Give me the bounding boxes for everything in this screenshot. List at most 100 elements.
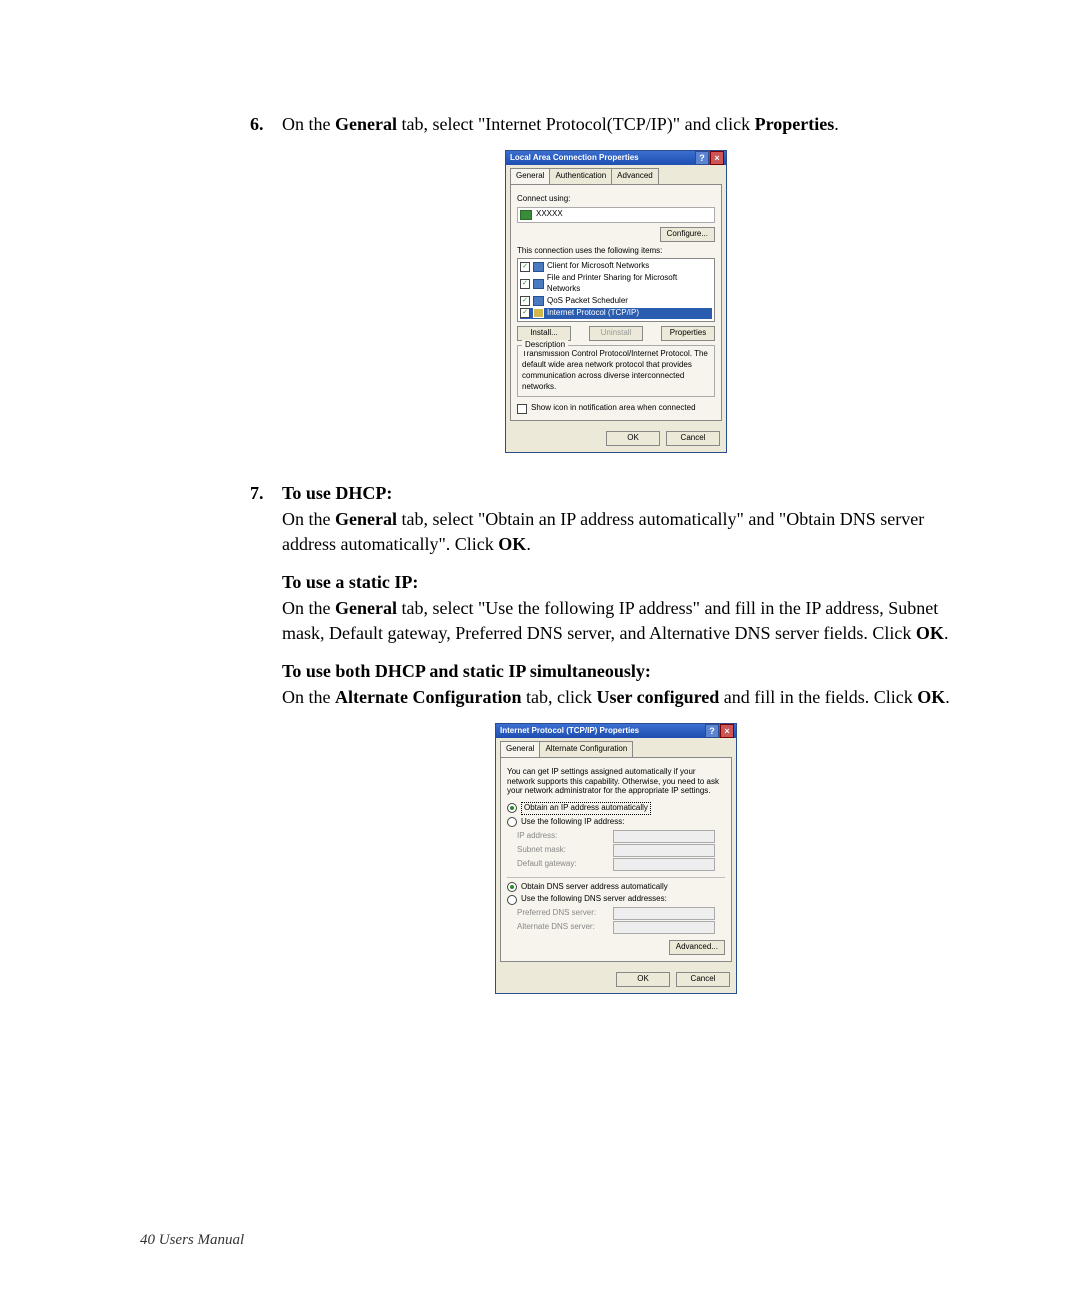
cancel-button[interactable]: Cancel [676, 972, 730, 987]
help-button[interactable]: ? [705, 724, 719, 738]
t: On the [282, 598, 335, 618]
t: . [526, 534, 531, 554]
preferred-dns-input [613, 907, 715, 920]
radio-obtain-dns[interactable]: Obtain DNS server address automatically [507, 882, 725, 893]
t: User configured [596, 687, 719, 707]
t: On the [282, 687, 335, 707]
tab-alternate-configuration[interactable]: Alternate Configuration [539, 741, 633, 757]
tab-sheet: You can get IP settings assigned automat… [500, 757, 732, 962]
titlebar: Internet Protocol (TCP/IP) Properties ? … [496, 724, 736, 738]
field-label: Default gateway: [517, 859, 607, 870]
show-icon-label: Show icon in notification area when conn… [531, 403, 696, 414]
tab-general[interactable]: General [500, 741, 540, 757]
close-button[interactable]: × [720, 724, 734, 738]
step-7-body: To use DHCP: On the General tab, select … [282, 481, 950, 1018]
page: 6. On the General tab, select "Internet … [0, 0, 1080, 1309]
checkbox-icon[interactable]: ✓ [520, 296, 530, 306]
dns-fields: Preferred DNS server: Alternate DNS serv… [517, 907, 725, 934]
radio-obtain-ip[interactable]: Obtain an IP address automatically [507, 802, 725, 815]
heading-dhcp: To use DHCP: [282, 481, 950, 505]
tab-advanced[interactable]: Advanced [611, 168, 659, 184]
radio-use-ip[interactable]: Use the following IP address: [507, 817, 725, 828]
step-6-body: On the General tab, select "Internet Pro… [282, 112, 950, 477]
list-item[interactable]: ✓ Client for Microsoft Networks [520, 261, 712, 273]
heading-static: To use a static IP: [282, 570, 950, 594]
close-button[interactable]: × [710, 151, 724, 165]
t: General [335, 509, 397, 529]
heading-both: To use both DHCP and static IP simultane… [282, 659, 950, 683]
dialog-title: Local Area Connection Properties [510, 153, 639, 164]
list-item[interactable]: ✓ QoS Packet Scheduler [520, 296, 712, 308]
radio-icon[interactable] [507, 803, 517, 813]
ok-button[interactable]: OK [616, 972, 670, 987]
para-both: On the Alternate Configuration tab, clic… [282, 685, 950, 709]
tab-authentication[interactable]: Authentication [549, 168, 612, 184]
nic-name: XXXXX [536, 209, 563, 220]
field-row: Default gateway: [517, 858, 725, 871]
t: General [335, 598, 397, 618]
radio-label: Use the following DNS server addresses: [521, 894, 667, 905]
properties-button[interactable]: Properties [661, 326, 715, 341]
radio-icon[interactable] [507, 882, 517, 892]
connect-using-label: Connect using: [517, 194, 715, 205]
list-item-label: Internet Protocol (TCP/IP) [547, 308, 639, 319]
component-icon [533, 262, 544, 272]
t: . [945, 687, 950, 707]
checkbox-icon[interactable] [517, 404, 527, 414]
description-group: Description Transmission Control Protoco… [517, 345, 715, 397]
component-icon [533, 296, 544, 306]
configure-button[interactable]: Configure... [660, 227, 715, 242]
separator [507, 877, 725, 878]
radio-use-dns[interactable]: Use the following DNS server addresses: [507, 894, 725, 905]
t: and fill in the fields. Click [719, 687, 917, 707]
t: OK [917, 687, 945, 707]
list-item-label: QoS Packet Scheduler [547, 296, 628, 307]
list-item-label: File and Printer Sharing for Microsoft N… [547, 273, 712, 295]
show-icon-row[interactable]: Show icon in notification area when conn… [517, 403, 715, 414]
alternate-dns-input [613, 921, 715, 934]
t: tab, select "Internet Protocol(TCP/IP)" … [397, 114, 755, 134]
tab-general[interactable]: General [510, 168, 550, 184]
checkbox-icon[interactable]: ✓ [520, 279, 530, 289]
tab-sheet: Connect using: XXXXX Configure... This c… [510, 184, 722, 421]
step-6-number: 6. [250, 112, 282, 136]
t: Alternate Configuration [335, 687, 521, 707]
t: General [335, 114, 397, 134]
list-item[interactable]: ✓ File and Printer Sharing for Microsoft… [520, 273, 712, 296]
titlebar: Local Area Connection Properties ? × [506, 151, 726, 165]
component-icon [533, 279, 544, 289]
checkbox-icon[interactable]: ✓ [520, 262, 530, 272]
t: tab, click [521, 687, 596, 707]
page-footer: 40 Users Manual [140, 1232, 244, 1249]
help-button[interactable]: ? [695, 151, 709, 165]
titlebar-buttons: ? × [705, 724, 734, 738]
radio-label: Obtain DNS server address automatically [521, 882, 668, 893]
items-listbox[interactable]: ✓ Client for Microsoft Networks ✓ File a… [517, 258, 715, 322]
radio-icon[interactable] [507, 895, 517, 905]
default-gateway-input [613, 858, 715, 871]
t: . [944, 623, 949, 643]
dialog-footer: OK Cancel [496, 966, 736, 993]
radio-icon[interactable] [507, 817, 517, 827]
subnet-mask-input [613, 844, 715, 857]
ok-button[interactable]: OK [606, 431, 660, 446]
install-button[interactable]: Install... [517, 326, 571, 341]
description-legend: Description [522, 340, 568, 351]
radio-label: Use the following IP address: [521, 817, 624, 828]
dialog-title: Internet Protocol (TCP/IP) Properties [500, 726, 639, 737]
t: . [834, 114, 839, 134]
field-label: Preferred DNS server: [517, 908, 607, 919]
checkbox-icon[interactable]: ✓ [520, 308, 530, 318]
t: Properties [755, 114, 835, 134]
cancel-button[interactable]: Cancel [666, 431, 720, 446]
step-6-text: On the General tab, select "Internet Pro… [282, 112, 950, 136]
ip-address-input [613, 830, 715, 843]
dialog-lac-properties: Local Area Connection Properties ? × Gen… [505, 150, 727, 453]
list-item-selected[interactable]: ✓ Internet Protocol (TCP/IP) [520, 308, 712, 320]
field-label: IP address: [517, 831, 607, 842]
content-column: 6. On the General tab, select "Internet … [250, 112, 950, 1022]
step-7-number: 7. [250, 481, 282, 505]
configure-row: Configure... [517, 227, 715, 242]
description-text: Transmission Control Protocol/Internet P… [522, 349, 710, 392]
advanced-button[interactable]: Advanced... [669, 940, 725, 955]
